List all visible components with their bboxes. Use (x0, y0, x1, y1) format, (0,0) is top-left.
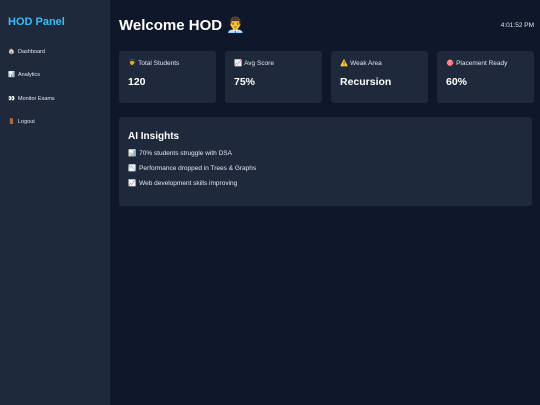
card-label: Total Students (138, 59, 180, 67)
clock: 4:01:52 PM (500, 21, 534, 29)
insights-title: AI Insights (128, 131, 180, 142)
card-label-row: 👨‍🎓 Total Students (128, 59, 207, 68)
list-item: 📊 70% students struggle with DSA (128, 149, 523, 158)
door-icon: 🚪 (8, 119, 15, 125)
bar-chart-icon: 📊 (128, 150, 137, 157)
app: HOD Panel 🏠 Dashboard 📊 Analytics 👀 Moni… (0, 0, 540, 405)
stat-card-avg-score: 📈 Avg Score 75% (225, 51, 322, 103)
card-label-row: 🎯 Placement Ready (446, 59, 525, 68)
sidebar-item-logout[interactable]: 🚪 Logout (8, 117, 102, 128)
sidebar-item-label: Dashboard (18, 48, 45, 55)
ai-insights-panel: AI Insights 📊 70% students struggle with… (119, 117, 532, 206)
insight-text: 70% students struggle with DSA (139, 149, 232, 157)
sidebar-item-dashboard[interactable]: 🏠 Dashboard (8, 46, 102, 57)
chart-up-icon: 📈 (128, 180, 137, 187)
sidebar-item-label: Logout (18, 119, 35, 125)
card-value: 60% (446, 76, 468, 88)
target-icon: 🎯 (446, 60, 455, 67)
card-label: Avg Score (244, 59, 274, 67)
stat-card-placement-ready: 🎯 Placement Ready 60% (437, 51, 534, 103)
sidebar-item-analytics[interactable]: 📊 Analytics (8, 70, 102, 81)
sidebar: HOD Panel 🏠 Dashboard 📊 Analytics 👀 Moni… (0, 0, 110, 405)
insight-text: Web development skills improving (139, 179, 238, 187)
bar-chart-icon: 📊 (8, 72, 15, 78)
home-icon: 🏠 (8, 48, 15, 55)
student-icon: 👨‍🎓 (128, 60, 137, 67)
page-title: Welcome HOD 👨‍💼 (119, 17, 245, 34)
stat-card-total-students: 👨‍🎓 Total Students 120 (119, 51, 216, 103)
card-value: 120 (128, 76, 146, 88)
warning-icon: ⚠️ (340, 60, 349, 67)
brand-title: HOD Panel (8, 16, 65, 28)
stat-cards: 👨‍🎓 Total Students 120 📈 Avg Score 75% ⚠… (119, 51, 534, 103)
stat-card-weak-area: ⚠️ Weak Area Recursion (331, 51, 428, 103)
card-label: Placement Ready (456, 59, 508, 67)
eyes-icon: 👀 (8, 95, 15, 102)
chart-up-icon: 📈 (234, 60, 243, 67)
sidebar-item-monitor-exams[interactable]: 👀 Monitor Exams (8, 93, 102, 104)
card-label: Weak Area (350, 59, 382, 67)
chart-down-icon: 📉 (128, 165, 137, 172)
list-item: 📈 Web development skills improving (128, 179, 523, 188)
card-value: Recursion (340, 76, 392, 88)
sidebar-item-label: Analytics (18, 72, 41, 78)
card-label-row: ⚠️ Weak Area (340, 59, 419, 68)
card-value: 75% (234, 76, 256, 88)
header: Welcome HOD 👨‍💼 4:01:52 PM (119, 16, 534, 34)
sidebar-item-label: Monitor Exams (18, 95, 55, 102)
main-content: Welcome HOD 👨‍💼 4:01:52 PM 👨‍🎓 Total Stu… (110, 0, 540, 405)
insight-text: Performance dropped in Trees & Graphs (139, 164, 257, 172)
card-label-row: 📈 Avg Score (234, 59, 313, 68)
list-item: 📉 Performance dropped in Trees & Graphs (128, 164, 523, 173)
